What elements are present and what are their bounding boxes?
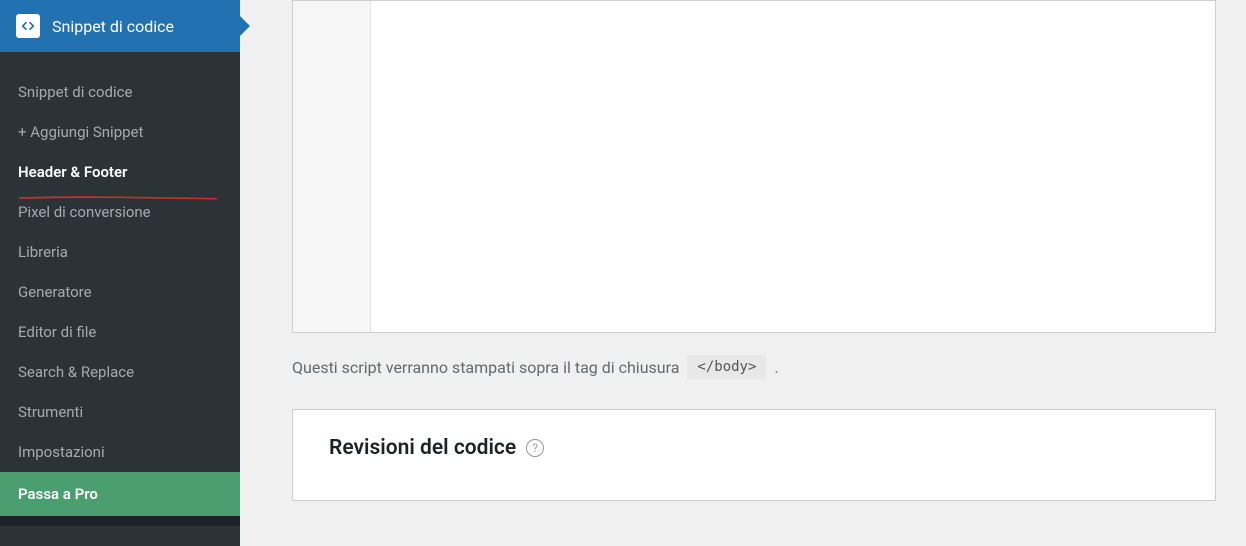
description-suffix: . [774, 358, 778, 377]
help-icon[interactable]: ? [526, 439, 544, 457]
sidebar-item-settings[interactable]: Impostazioni [0, 432, 240, 472]
revisions-panel: Revisioni del codice ? [292, 409, 1216, 501]
sidebar-item-file-editor[interactable]: Editor di file [0, 312, 240, 352]
code-snippets-icon [16, 14, 40, 38]
sidebar-item-label: Header & Footer [18, 163, 127, 181]
underline-annotation [18, 186, 218, 190]
sidebar: Snippet di codice Snippet di codice + Ag… [0, 0, 240, 546]
main-content: Questi script verranno stampati sopra il… [240, 0, 1246, 546]
sidebar-item-header-footer[interactable]: Header & Footer [0, 152, 240, 192]
sidebar-item-snippets[interactable]: Snippet di codice [0, 72, 240, 112]
editor-content[interactable] [371, 1, 1215, 332]
sidebar-item-label: Editor di file [18, 323, 96, 341]
sidebar-item-search-replace[interactable]: Search & Replace [0, 352, 240, 392]
sidebar-header[interactable]: Snippet di codice [0, 0, 240, 52]
sidebar-item-label: Libreria [18, 243, 68, 261]
sidebar-gap [0, 52, 240, 72]
sidebar-item-label: Pixel di conversione [18, 203, 151, 221]
description-code-tag: </body> [687, 355, 766, 379]
sidebar-item-label: + Aggiungi Snippet [18, 123, 143, 141]
sidebar-item-label: Passa a Pro [18, 485, 98, 503]
sidebar-item-tools[interactable]: Strumenti [0, 392, 240, 432]
description-text: Questi script verranno stampati sopra il… [292, 358, 679, 377]
sidebar-bottom-bar [0, 516, 240, 526]
sidebar-item-library[interactable]: Libreria [0, 232, 240, 272]
sidebar-item-label: Impostazioni [18, 443, 105, 461]
revisions-title: Revisioni del codice ? [329, 436, 1179, 460]
sidebar-item-upgrade-pro[interactable]: Passa a Pro [0, 472, 240, 516]
revisions-title-text: Revisioni del codice [329, 436, 516, 460]
editor-description: Questi script verranno stampati sopra il… [292, 333, 1216, 379]
sidebar-item-label: Snippet di codice [18, 83, 132, 101]
code-editor-panel [292, 0, 1216, 333]
sidebar-item-conversion-pixel[interactable]: Pixel di conversione [0, 192, 240, 232]
sidebar-item-add-snippet[interactable]: + Aggiungi Snippet [0, 112, 240, 152]
editor-gutter [293, 1, 371, 332]
sidebar-item-generator[interactable]: Generatore [0, 272, 240, 312]
sidebar-item-label: Strumenti [18, 403, 83, 421]
sidebar-item-label: Search & Replace [18, 363, 134, 381]
sidebar-item-label: Generatore [18, 283, 92, 301]
sidebar-header-title: Snippet di codice [52, 17, 174, 36]
